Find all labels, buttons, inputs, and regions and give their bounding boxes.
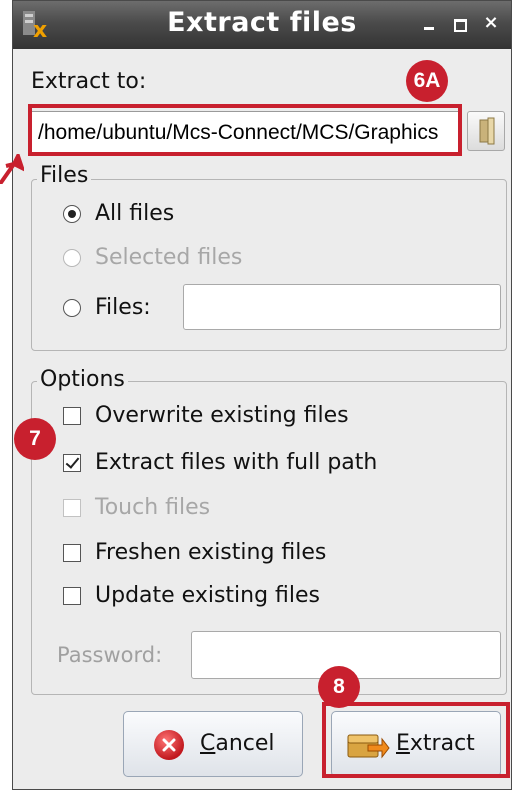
cancel-button-label: Cancel [200,731,275,756]
step-badge-7: 7 [14,418,56,460]
cancel-icon [154,730,184,760]
check-freshen-existing-label: Freshen existing files [95,540,327,565]
path-highlight-box [28,104,462,156]
check-overwrite-existing-box[interactable] [63,407,81,425]
radio-selected-files-label: Selected files [95,245,243,270]
radio-all-files[interactable]: All files [63,199,363,229]
close-button[interactable]: × [479,11,503,35]
files-group-title: Files [37,163,92,188]
check-extract-full-path-box[interactable] [63,454,81,472]
maximize-icon [454,19,467,32]
check-touch-files-box [63,499,81,517]
check-touch-files: Touch files [63,493,463,523]
close-icon: × [483,12,499,33]
radio-files-indicator[interactable] [63,299,81,317]
check-freshen-existing[interactable]: Freshen existing files [63,538,463,568]
check-update-existing[interactable]: Update existing files [63,581,463,611]
title-bar[interactable]: x Extract files × [13,1,511,49]
radio-selected-files-indicator [63,249,81,267]
radio-all-files-label: All files [95,201,175,226]
check-freshen-existing-box[interactable] [63,544,81,562]
radio-selected-files: Selected files [63,243,363,273]
radio-files-label: Files: [95,295,151,320]
check-touch-files-label: Touch files [95,495,211,520]
minimize-icon [424,27,434,30]
check-extract-full-path-label: Extract files with full path [95,450,378,475]
cancel-button[interactable]: Cancel [123,711,303,777]
step-badge-6a: 6A [406,60,448,102]
check-overwrite-existing-label: Overwrite existing files [95,403,349,428]
maximize-button[interactable] [447,11,471,35]
options-group-title: Options [37,367,128,392]
password-label: Password: [57,643,163,667]
step-badge-8: 8 [318,666,360,708]
radio-files[interactable]: Files: [63,293,193,323]
extract-to-label: Extract to: [31,69,147,94]
check-update-existing-label: Update existing files [95,583,321,608]
check-extract-full-path[interactable]: Extract files with full path [63,448,463,478]
files-pattern-input[interactable] [183,284,501,330]
folder-icon [479,117,495,145]
check-update-existing-box[interactable] [63,587,81,605]
radio-all-files-indicator[interactable] [63,205,81,223]
minimize-button[interactable] [417,11,441,35]
browse-folder-button[interactable] [467,111,505,151]
pointer-arrow-icon [0,154,24,184]
check-overwrite-existing[interactable]: Overwrite existing files [63,401,463,431]
extract-highlight-box [322,702,510,778]
